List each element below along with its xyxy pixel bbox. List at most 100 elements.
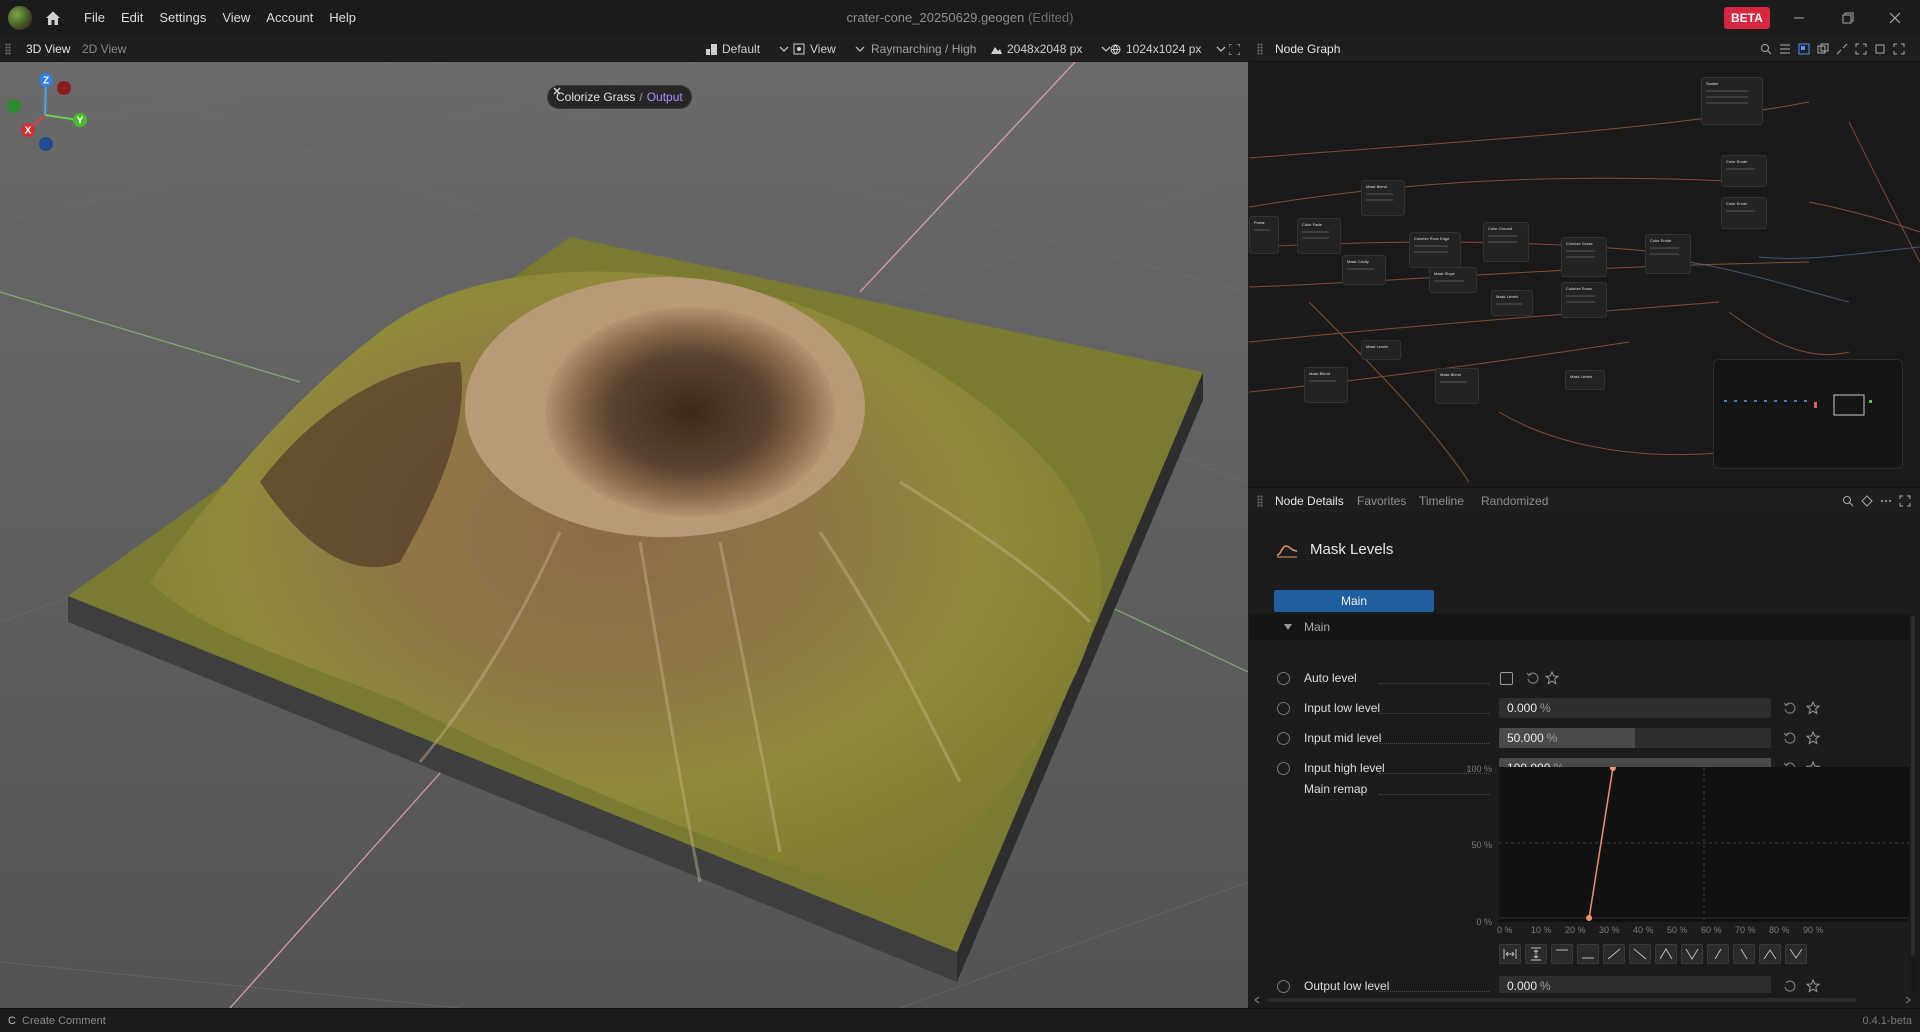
curve-preset-valley-button[interactable]: [1681, 944, 1703, 964]
tab-2d-view[interactable]: 2D View: [82, 36, 126, 62]
neg-y-axis-handle[interactable]: [7, 99, 21, 113]
tab-randomized[interactable]: Randomized: [1481, 488, 1548, 514]
preset-dropdown[interactable]: Default: [706, 36, 789, 62]
node-graph-minimap[interactable]: [1713, 359, 1903, 469]
reset-icon[interactable]: [1783, 702, 1796, 715]
beta-badge[interactable]: BETA: [1724, 7, 1770, 29]
tab-favorites[interactable]: Favorites: [1357, 488, 1406, 514]
menu-settings[interactable]: Settings: [151, 0, 214, 36]
graph-node-mask-blend-2[interactable]: Mask Blend: [1304, 367, 1348, 403]
graph-node-color-erode-3[interactable]: Color Erode: [1721, 197, 1767, 229]
tab-timeline[interactable]: Timeline: [1419, 488, 1464, 514]
details-horizontal-scrollbar[interactable]: [1249, 993, 1920, 1007]
view-dropdown[interactable]: View: [793, 36, 865, 62]
star-icon[interactable]: [1806, 979, 1820, 993]
details-scrollbar[interactable]: [1909, 614, 1917, 994]
list-icon[interactable]: [1779, 43, 1791, 55]
expose-toggle[interactable]: [1277, 672, 1290, 685]
curve-fit-vertical-button[interactable]: [1525, 944, 1547, 964]
layers-icon[interactable]: [1817, 43, 1829, 55]
graph-node-colorize-grass[interactable]: Colorize Grass: [1561, 237, 1607, 277]
fullscreen-icon[interactable]: [1229, 44, 1240, 55]
reset-icon[interactable]: [1526, 672, 1539, 685]
tag-icon[interactable]: [1861, 495, 1873, 507]
scrollbar-thumb[interactable]: [1911, 616, 1915, 956]
graph-node-color-ground[interactable]: Color Ground: [1483, 222, 1529, 262]
terrain-render[interactable]: [0, 62, 1248, 1008]
curve-preset-steep-inverse-button[interactable]: [1733, 944, 1755, 964]
graph-node-colorize-snow[interactable]: Colorize Snow: [1561, 282, 1607, 318]
node-graph-title[interactable]: Node Graph: [1275, 36, 1340, 62]
graph-node-mask-slope[interactable]: Mask Slope: [1429, 267, 1477, 293]
tab-node-details[interactable]: Node Details: [1275, 488, 1344, 514]
resolution-dropdown[interactable]: 2048x2048 px: [991, 36, 1111, 62]
3d-viewport[interactable]: Colorize Grass / Output Z Y X: [0, 62, 1248, 1008]
reset-icon[interactable]: [1783, 732, 1796, 745]
graph-node-colorize-rock-edge[interactable]: Colorize Rock Edge: [1409, 232, 1461, 268]
graph-node-color-erode-2[interactable]: Color Erode: [1721, 155, 1767, 187]
curve-preset-high-button[interactable]: [1551, 944, 1573, 964]
minimize-icon[interactable]: [1787, 6, 1811, 30]
menu-help[interactable]: Help: [321, 0, 364, 36]
graph-node-mask-blend-3[interactable]: Mask Blend: [1435, 368, 1479, 404]
app-logo[interactable]: [8, 6, 32, 30]
grid-snap-icon[interactable]: [1798, 43, 1810, 55]
neg-z-axis-handle[interactable]: [39, 137, 53, 151]
menu-edit[interactable]: Edit: [113, 0, 151, 36]
input-mid-level-slider[interactable]: 50.000%: [1499, 728, 1771, 748]
star-icon[interactable]: [1545, 671, 1559, 685]
frame-all-icon[interactable]: [1855, 43, 1867, 55]
remap-curve-editor[interactable]: [1499, 765, 1909, 922]
chevron-left-icon[interactable]: [1253, 996, 1261, 1004]
close-icon[interactable]: [552, 86, 562, 96]
input-low-level-slider[interactable]: 0.000%: [1499, 698, 1771, 718]
drag-handle-icon[interactable]: [5, 43, 11, 55]
chevron-right-icon[interactable]: [1904, 996, 1912, 1004]
tab-3d-view[interactable]: 3D View: [26, 36, 70, 62]
menu-account[interactable]: Account: [258, 0, 321, 36]
page-tab-main[interactable]: Main: [1274, 590, 1434, 612]
curve-fit-horizontal-button[interactable]: [1499, 944, 1521, 964]
curve-preset-peak-button[interactable]: [1655, 944, 1677, 964]
home-icon[interactable]: [44, 9, 62, 27]
graph-node-portal[interactable]: Portal: [1249, 216, 1279, 254]
menu-view[interactable]: View: [214, 0, 258, 36]
scrollbar-thumb[interactable]: [1267, 998, 1857, 1002]
expose-toggle[interactable]: [1277, 762, 1290, 775]
curve-preset-low-button[interactable]: [1577, 944, 1599, 964]
curve-preset-steep-button[interactable]: [1707, 944, 1729, 964]
curve-control-point[interactable]: [1586, 915, 1593, 921]
restore-icon[interactable]: [1836, 6, 1860, 30]
search-icon[interactable]: [1842, 495, 1854, 507]
curve-preset-linear-button[interactable]: [1603, 944, 1625, 964]
graph-node-scatter[interactable]: Scatter: [1701, 77, 1763, 125]
expose-toggle[interactable]: [1277, 702, 1290, 715]
axis-gizmo[interactable]: Z Y X: [0, 62, 90, 152]
graph-node-color-erode[interactable]: Color Erode: [1645, 234, 1691, 274]
neg-x-axis-handle[interactable]: [57, 81, 71, 95]
drag-handle-icon[interactable]: [1257, 495, 1263, 507]
curve-preset-inverse-button[interactable]: [1629, 944, 1651, 964]
render-mode-label[interactable]: Raymarching / High: [871, 36, 976, 62]
node-graph-canvas[interactable]: Mask Blend Color Fade Colorize Rock Edge…: [1249, 62, 1920, 490]
curve-preset-bump-button[interactable]: [1759, 944, 1781, 964]
frame-selected-icon[interactable]: [1874, 43, 1886, 55]
collapse-icon[interactable]: [1836, 43, 1848, 55]
preview-resolution-dropdown[interactable]: 1024x1024 px: [1110, 36, 1226, 62]
drag-handle-icon[interactable]: [1257, 43, 1263, 55]
reset-icon[interactable]: [1783, 980, 1796, 993]
breadcrumb-output[interactable]: Output: [647, 85, 683, 109]
fullscreen-icon[interactable]: [1899, 495, 1911, 507]
star-icon[interactable]: [1806, 731, 1820, 745]
expose-toggle[interactable]: [1277, 732, 1290, 745]
expose-toggle[interactable]: [1277, 980, 1290, 993]
more-icon[interactable]: [1880, 495, 1892, 507]
auto-level-checkbox[interactable]: [1500, 672, 1513, 685]
graph-node-mask-levels-3[interactable]: Mask Levels: [1565, 370, 1605, 390]
close-icon[interactable]: [1883, 6, 1907, 30]
search-icon[interactable]: [1760, 43, 1772, 55]
curve-preset-dip-button[interactable]: [1785, 944, 1807, 964]
menu-file[interactable]: File: [76, 0, 113, 36]
curve-control-point[interactable]: [1609, 765, 1616, 771]
remap-curve[interactable]: [1499, 765, 1909, 922]
